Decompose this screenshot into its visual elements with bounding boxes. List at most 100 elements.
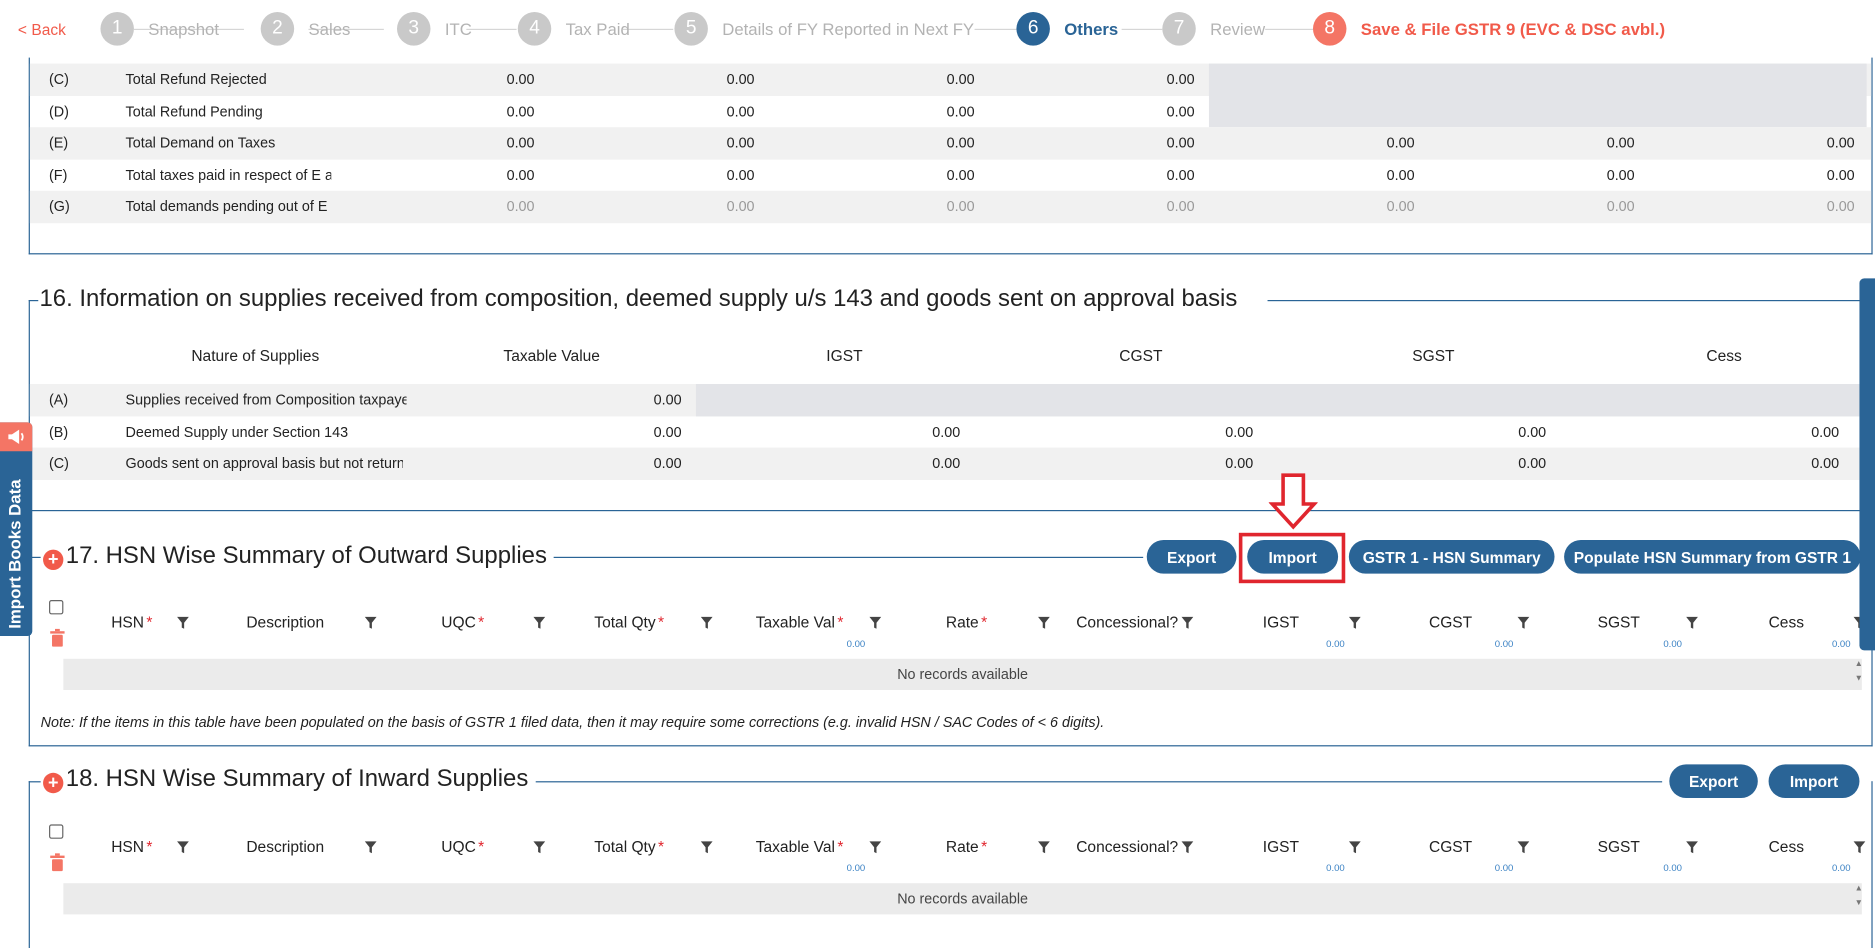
select-all-checkbox[interactable] bbox=[49, 600, 64, 615]
column-total: 0.00 bbox=[1494, 862, 1514, 874]
filter-icon[interactable] bbox=[176, 841, 189, 854]
value-cell[interactable]: 0.00 bbox=[1753, 448, 1839, 480]
hsn-note: Note: If the items in this table have be… bbox=[40, 714, 1105, 731]
import-button[interactable]: Import bbox=[1768, 764, 1860, 799]
value-cell[interactable]: 0.00 bbox=[1753, 416, 1839, 448]
import-books-data-tab[interactable]: Import Books Data bbox=[0, 422, 33, 636]
expand-add-icon[interactable]: + bbox=[43, 549, 64, 570]
select-all-checkbox[interactable] bbox=[49, 824, 64, 839]
filter-icon[interactable] bbox=[364, 616, 377, 629]
col-uqc: UQC * bbox=[441, 613, 485, 632]
value-cell[interactable]: 0.00 bbox=[1460, 448, 1546, 480]
section-16-box: Nature of Supplies Taxable Value IGST CG… bbox=[28, 300, 1873, 512]
step-label: Others bbox=[1064, 19, 1119, 39]
trash-icon[interactable] bbox=[49, 628, 66, 647]
step-label: Details of FY Reported in Next FY bbox=[722, 19, 975, 39]
filter-icon[interactable] bbox=[1686, 616, 1699, 629]
filter-icon[interactable] bbox=[1853, 841, 1866, 854]
step-details-next-fy[interactable]: 5 Details of FY Reported in Next FY bbox=[674, 12, 974, 46]
value-cell[interactable]: 0.00 bbox=[888, 127, 975, 159]
value-cell[interactable]: 0.00 bbox=[1108, 159, 1195, 191]
column-header: CGST bbox=[1119, 346, 1163, 365]
value-cell[interactable]: 0.00 bbox=[596, 384, 682, 416]
filter-icon[interactable] bbox=[533, 616, 546, 629]
filter-icon[interactable] bbox=[1517, 841, 1530, 854]
row-label: Deemed Supply under Section 143 bbox=[125, 423, 349, 441]
column-total: 0.00 bbox=[1663, 638, 1682, 650]
value-cell[interactable]: 0.00 bbox=[1769, 159, 1855, 191]
right-side-tab[interactable] bbox=[1859, 278, 1875, 651]
value-cell[interactable]: 0.00 bbox=[1329, 127, 1415, 159]
row-label: Total demands pending out of E a bbox=[125, 198, 332, 216]
filter-icon[interactable] bbox=[1037, 841, 1050, 854]
value-cell[interactable]: 0.00 bbox=[1769, 127, 1855, 159]
filter-icon[interactable] bbox=[869, 616, 882, 629]
step-sales[interactable]: 2 Sales bbox=[260, 12, 350, 46]
filter-icon[interactable] bbox=[176, 616, 189, 629]
filter-icon[interactable] bbox=[700, 841, 713, 854]
scroll-up-icon[interactable]: ▲ bbox=[1855, 884, 1863, 892]
legend-line bbox=[1267, 300, 1873, 302]
col-concessional: Concessional? bbox=[1076, 837, 1179, 856]
filter-icon[interactable] bbox=[869, 841, 882, 854]
filter-icon[interactable] bbox=[1348, 616, 1361, 629]
value-cell[interactable]: 0.00 bbox=[874, 416, 960, 448]
empty-table-message: No records available bbox=[63, 658, 1862, 690]
step-label: Snapshot bbox=[148, 19, 220, 39]
value-cell[interactable]: 0.00 bbox=[1167, 448, 1253, 480]
row-label: Total taxes paid in respect of E ab bbox=[125, 166, 332, 184]
step-tax-paid[interactable]: 4 Tax Paid bbox=[517, 12, 630, 46]
value-cell[interactable]: 0.00 bbox=[448, 159, 535, 191]
filter-icon[interactable] bbox=[1686, 841, 1699, 854]
filter-icon[interactable] bbox=[1348, 841, 1361, 854]
col-taxable-val: Taxable Val * bbox=[755, 613, 844, 632]
filter-icon[interactable] bbox=[364, 841, 377, 854]
value-cell[interactable]: 0.00 bbox=[1329, 159, 1415, 191]
expand-add-icon[interactable]: + bbox=[43, 772, 64, 794]
back-link[interactable]: < Back bbox=[18, 20, 66, 38]
export-button[interactable]: Export bbox=[1146, 540, 1237, 574]
value-cell[interactable]: 0.00 bbox=[1108, 127, 1195, 159]
populate-hsn-button[interactable]: Populate HSN Summary from GSTR 1 bbox=[1564, 540, 1861, 574]
row-code: (C) bbox=[49, 455, 69, 472]
section-17-box: HSN * Description UQC * Total Qty * Taxable… bbox=[28, 556, 1873, 747]
filter-icon[interactable] bbox=[700, 616, 713, 629]
filter-icon[interactable] bbox=[1181, 841, 1194, 854]
step-review[interactable]: 7 Review bbox=[1162, 12, 1265, 46]
export-button[interactable]: Export bbox=[1669, 764, 1758, 799]
value-cell[interactable]: 0.00 bbox=[668, 127, 755, 159]
row-code: (G) bbox=[49, 198, 70, 216]
trash-icon[interactable] bbox=[49, 853, 66, 872]
stepper-nav: < Back 1 Snapshot 2 Sales 3 ITC 4 Tax Pa… bbox=[0, 0, 1875, 58]
value-cell: 0.00 bbox=[946, 71, 975, 88]
value-cell[interactable]: 0.00 bbox=[1167, 416, 1253, 448]
row-label: Total Demand on Taxes bbox=[125, 134, 276, 152]
step-number: 6 bbox=[1016, 12, 1050, 46]
value-cell: 0.00 bbox=[946, 198, 975, 216]
gstr1-hsn-summary-button[interactable]: GSTR 1 - HSN Summary bbox=[1348, 540, 1555, 574]
filter-icon[interactable] bbox=[1181, 616, 1194, 629]
value-cell[interactable]: 0.00 bbox=[668, 159, 755, 191]
value-cell[interactable]: 0.00 bbox=[448, 127, 535, 159]
value-cell[interactable]: 0.00 bbox=[1549, 127, 1635, 159]
filter-icon[interactable] bbox=[533, 841, 546, 854]
filter-icon[interactable] bbox=[1517, 616, 1530, 629]
filter-icon[interactable] bbox=[1037, 616, 1050, 629]
value-cell[interactable]: 0.00 bbox=[1549, 159, 1635, 191]
scroll-down-icon[interactable]: ▼ bbox=[1855, 674, 1863, 682]
value-cell: 0.00 bbox=[946, 102, 975, 120]
value-cell[interactable]: 0.00 bbox=[874, 448, 960, 480]
step-others[interactable]: 6 Others bbox=[1016, 12, 1118, 46]
scroll-down-icon[interactable]: ▼ bbox=[1855, 899, 1863, 907]
step-save-file[interactable]: 8 Save & File GSTR 9 (EVC & DSC avbl.) bbox=[1312, 12, 1665, 46]
step-itc[interactable]: 3 ITC bbox=[397, 12, 472, 46]
col-description: Description bbox=[246, 837, 325, 856]
step-snapshot[interactable]: 1 Snapshot bbox=[100, 12, 219, 46]
column-total: 0.00 bbox=[1831, 638, 1851, 650]
value-cell[interactable]: 0.00 bbox=[596, 416, 682, 448]
column-total: 0.00 bbox=[1831, 862, 1851, 874]
value-cell[interactable]: 0.00 bbox=[1460, 416, 1546, 448]
scroll-up-icon[interactable]: ▲ bbox=[1855, 660, 1863, 668]
value-cell[interactable]: 0.00 bbox=[596, 448, 682, 480]
value-cell[interactable]: 0.00 bbox=[888, 159, 975, 191]
